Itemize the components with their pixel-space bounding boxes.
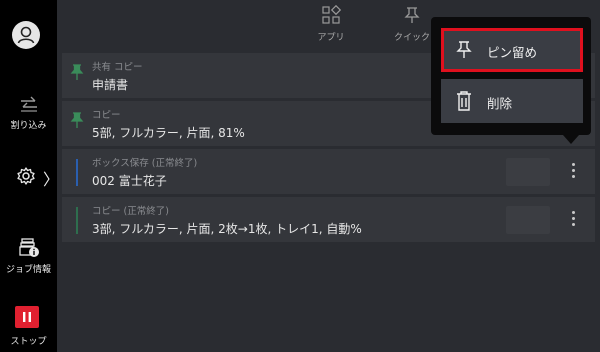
user-avatar-icon[interactable]: [12, 21, 40, 49]
job-type: コピー: [92, 110, 121, 121]
apps-tab[interactable]: アプリ: [313, 4, 349, 43]
job-info-label: ジョブ情報: [5, 265, 51, 275]
pin-menu-label: ピン留め: [487, 45, 538, 60]
job-type: 共有 コピー: [92, 62, 143, 73]
apps-tab-label: アプリ: [317, 33, 345, 43]
pin-menu-item[interactable]: ピン留め: [441, 28, 583, 72]
job-info-button[interactable]: ジョブ情報: [0, 236, 57, 275]
pin-icon: [70, 64, 84, 80]
trash-icon: [457, 91, 471, 111]
sidebar: 割り込み 〉 ジョブ情報 ストップ: [0, 0, 59, 352]
job-type: ボックス保存 (正常終了): [92, 158, 198, 169]
pin-icon: [70, 112, 84, 128]
quick-tab[interactable]: クイック: [390, 5, 434, 43]
more-options-icon[interactable]: [568, 161, 578, 183]
delete-menu-item[interactable]: 削除: [441, 79, 583, 123]
pin-icon: [404, 7, 420, 23]
apps-grid-icon: [322, 4, 342, 24]
status-strip: [76, 159, 78, 186]
job-title: 申請書: [92, 78, 129, 92]
interrupt-icon: [20, 96, 37, 112]
quick-tab-label: クイック: [393, 33, 430, 43]
job-type: コピー (正常終了): [92, 206, 169, 217]
job-thumbnail: [506, 206, 550, 234]
job-title: 002 富士花子: [92, 174, 167, 188]
pin-icon: [456, 41, 472, 58]
pause-icon: [23, 312, 31, 322]
popup-tail: [563, 135, 579, 144]
stop-button[interactable]: [15, 306, 39, 328]
stop-label: ストップ: [10, 337, 47, 347]
interrupt-button[interactable]: 割り込み: [0, 94, 57, 131]
status-strip: [76, 207, 78, 234]
more-options-icon[interactable]: [568, 209, 578, 231]
stop-label-wrap: ストップ: [0, 334, 57, 347]
job-thumbnail: [506, 158, 550, 186]
interrupt-label: 割り込み: [10, 121, 47, 131]
job-title: 5部, フルカラー, 片面, 81%: [92, 126, 245, 140]
context-menu: ピン留め 削除: [431, 17, 591, 135]
gear-icon: [16, 167, 35, 185]
delete-menu-label: 削除: [487, 96, 513, 111]
job-title: 3部, フルカラー, 片面, 2枚→1枚, トレイ1, 自動%: [92, 222, 362, 236]
job-row[interactable]: コピー (正常終了) 3部, フルカラー, 片面, 2枚→1枚, トレイ1, 自…: [62, 197, 595, 242]
job-row[interactable]: ボックス保存 (正常終了) 002 富士花子: [62, 149, 595, 194]
job-info-icon: [18, 238, 39, 257]
